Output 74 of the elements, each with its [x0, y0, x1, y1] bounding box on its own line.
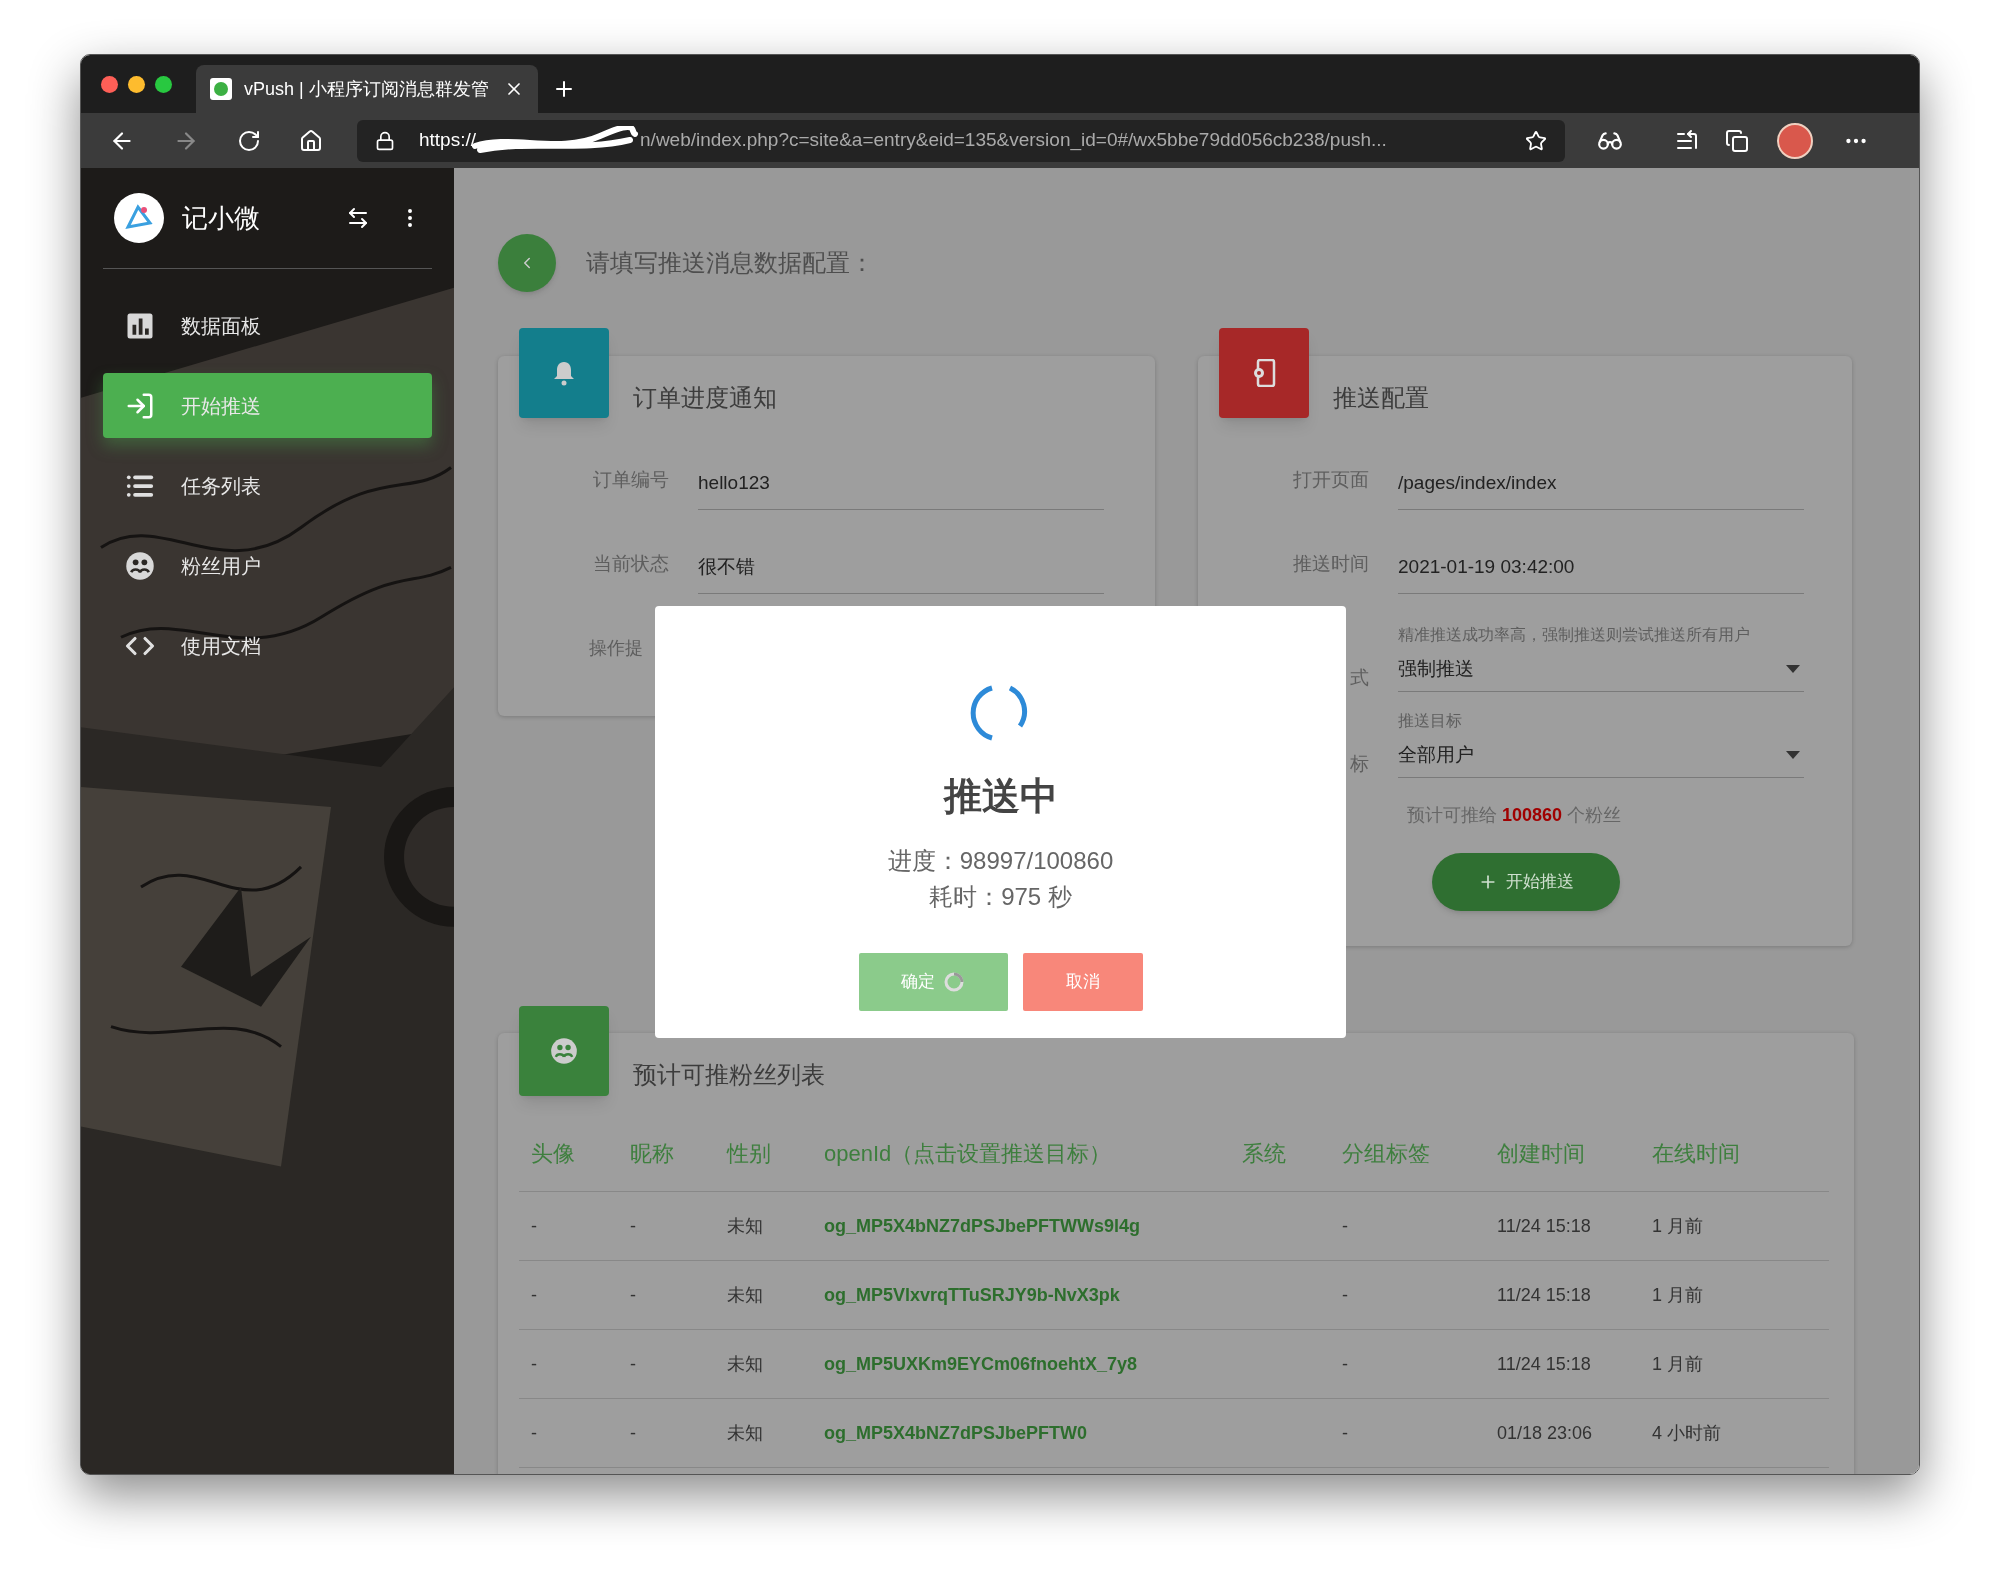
browser-tab[interactable]: vPush | 小程序订阅消息群发管: [196, 65, 538, 113]
column-header: 头像: [531, 1141, 575, 1166]
address-bar[interactable]: https:// n/web/index.php?c=site&a=entry&eid=135&version_id=0#/wx5bbe79dd056cb238/push...: [357, 119, 1565, 162]
table-cell: -: [531, 1215, 537, 1236]
card-title: 订单进度通知: [633, 383, 777, 413]
column-header: 性别: [727, 1141, 771, 1166]
table-cell: -: [1342, 1422, 1348, 1443]
card-title: 预计可推粉丝列表: [633, 1060, 825, 1090]
table-cell: 1 月前: [1652, 1353, 1703, 1374]
sidebar-item[interactable]: 粉丝用户: [103, 533, 432, 598]
table-cell: 11/24 15:18: [1497, 1353, 1591, 1374]
table-cell: 1 月前: [1652, 1215, 1703, 1236]
swap-icon[interactable]: [346, 206, 370, 230]
field-label: 标: [1349, 751, 1369, 776]
table-cell: 11/24 15:18: [1497, 1284, 1591, 1305]
loading-spinner-icon: [943, 971, 965, 993]
text-field[interactable]: hello123: [698, 458, 1104, 510]
field-label: 当前状态: [592, 551, 669, 576]
table-cell: -: [630, 1284, 636, 1305]
table-cell: -: [531, 1422, 537, 1443]
column-header: 系统: [1242, 1141, 1286, 1166]
home-icon[interactable]: [299, 128, 323, 153]
table-cell: 01/18 23:06: [1497, 1422, 1593, 1443]
column-header: openId（点击设置推送目标）: [824, 1141, 1112, 1166]
collections-icon[interactable]: [1725, 128, 1749, 153]
table-cell: 4 小时前: [1652, 1422, 1721, 1443]
phone-gear-icon: [1251, 359, 1277, 387]
dropdown-caret-icon: [1786, 664, 1800, 673]
table-cell: -: [1342, 1353, 1348, 1374]
progress-text: 耗时：975 秒: [929, 882, 1072, 912]
table-cell: 未知: [727, 1422, 763, 1443]
field-label: 操作提: [589, 636, 643, 660]
page-title: 请填写推送消息数据配置：: [586, 248, 874, 278]
table-cell: -: [531, 1284, 537, 1305]
table-cell: -: [630, 1215, 636, 1236]
field-label: 订单编号: [592, 467, 669, 492]
field-label: 式: [1349, 665, 1369, 690]
progress-text: 进度：98997/100860: [887, 846, 1114, 876]
favorite-star-icon[interactable]: [1525, 129, 1547, 152]
table-cell: -: [1342, 1215, 1348, 1236]
estimate-text: 预计可推给 100860 个粉丝: [1407, 804, 1623, 827]
column-header: 分组标签: [1342, 1141, 1430, 1166]
text-field[interactable]: 2021-01-19 03:42:00: [1398, 542, 1804, 594]
bell-icon: [552, 360, 576, 386]
text-field[interactable]: 很不错: [698, 542, 1104, 594]
column-header: 创建时间: [1497, 1141, 1585, 1166]
sidebar-item[interactable]: 使用文档: [103, 613, 432, 678]
brand-name: 记小微: [182, 201, 261, 235]
dropdown-caret-icon: [1786, 750, 1800, 759]
table-cell: 未知: [727, 1215, 763, 1236]
reload-icon[interactable]: [237, 128, 261, 153]
logo-icon: [114, 193, 164, 243]
card-title: 推送配置: [1333, 383, 1429, 413]
table-cell: -: [630, 1422, 636, 1443]
table-cell: 未知: [727, 1353, 763, 1374]
select-field[interactable]: 推送目标 全部用户: [1398, 710, 1804, 778]
column-header: 在线时间: [1652, 1141, 1740, 1166]
text-field[interactable]: /pages/index/index: [1398, 458, 1804, 510]
sidebar-item[interactable]: 任务列表: [103, 453, 432, 518]
lock-icon: [375, 130, 395, 151]
table-cell: -: [1342, 1284, 1348, 1305]
select-field[interactable]: 精准推送成功率高，强制推送则尝试推送所有用户 强制推送: [1398, 624, 1804, 692]
table-cell: 未知: [727, 1284, 763, 1305]
sidebar-item[interactable]: 数据面板: [103, 293, 432, 358]
column-header: 昵称: [630, 1141, 674, 1166]
table-cell: -: [630, 1353, 636, 1374]
dialog-title: 推送中: [943, 774, 1058, 819]
start-push-button[interactable]: 开始推送: [1432, 853, 1620, 911]
field-label: 打开页面: [1292, 467, 1369, 492]
table-cell: -: [531, 1353, 537, 1374]
table-cell: 1 月前: [1652, 1284, 1703, 1305]
avatar[interactable]: [1777, 122, 1813, 159]
field-label: 推送时间: [1292, 551, 1369, 576]
table-cell: 11/24 15:18: [1497, 1215, 1591, 1236]
